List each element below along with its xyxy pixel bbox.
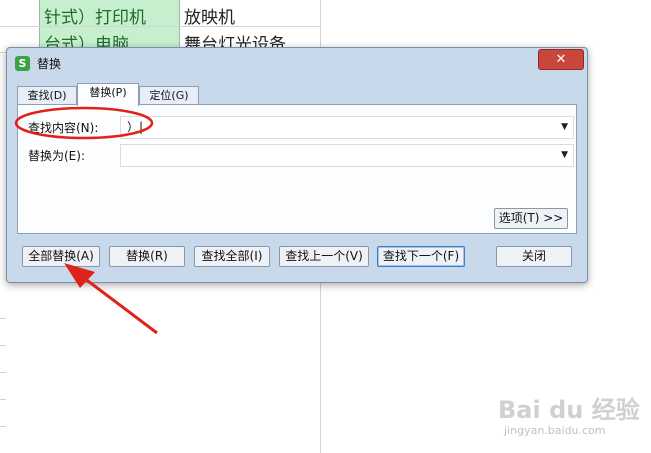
row-divider [0, 345, 6, 346]
row-divider [0, 399, 6, 400]
replace-with-label: 替换为(E): [28, 149, 85, 163]
find-what-input[interactable]: ）| ▼ [120, 116, 574, 139]
wps-app-icon: S [15, 56, 30, 71]
replace-with-input[interactable]: ▼ [120, 144, 574, 167]
find-what-value: ）| [127, 120, 144, 134]
find-previous-button[interactable]: 查找上一个(V) [279, 246, 369, 267]
options-button[interactable]: 选项(T) >> [494, 208, 568, 229]
close-button[interactable]: 关闭 [496, 246, 572, 267]
replace-tab-panel: 查找内容(N): ）| ▼ 替换为(E): ▼ 选项(T) >> [17, 104, 577, 234]
cell-a1[interactable]: 针式）打印机 [44, 3, 146, 28]
row-divider [0, 426, 6, 427]
find-next-button[interactable]: 查找下一个(F) [377, 246, 465, 267]
dialog-titlebar[interactable]: S 替换 ✕ [7, 48, 587, 78]
close-icon[interactable]: ✕ [538, 49, 584, 70]
find-what-label: 查找内容(N): [28, 121, 99, 135]
replace-button[interactable]: 替换(R) [109, 246, 185, 267]
replace-all-button[interactable]: 全部替换(A) [22, 246, 100, 267]
baidu-watermark-url: jingyan.baidu.com [504, 424, 606, 437]
row-divider [0, 318, 6, 319]
cell-b1[interactable]: 放映机 [184, 3, 235, 28]
chevron-down-icon[interactable]: ▼ [561, 117, 568, 138]
replace-dialog: S 替换 ✕ 查找(D) 替换(P) 定位(G) 查找内容(N): ）| ▼ 替… [6, 47, 588, 283]
baidu-watermark-logo: Bai du 经验 [498, 396, 640, 424]
tab-replace[interactable]: 替换(P) [77, 83, 139, 106]
dialog-title: 替换 [37, 57, 62, 71]
tab-find[interactable]: 查找(D) [17, 86, 77, 105]
tab-goto[interactable]: 定位(G) [139, 86, 199, 105]
row-divider [0, 372, 6, 373]
find-all-button[interactable]: 查找全部(I) [194, 246, 270, 267]
chevron-down-icon[interactable]: ▼ [561, 145, 568, 166]
